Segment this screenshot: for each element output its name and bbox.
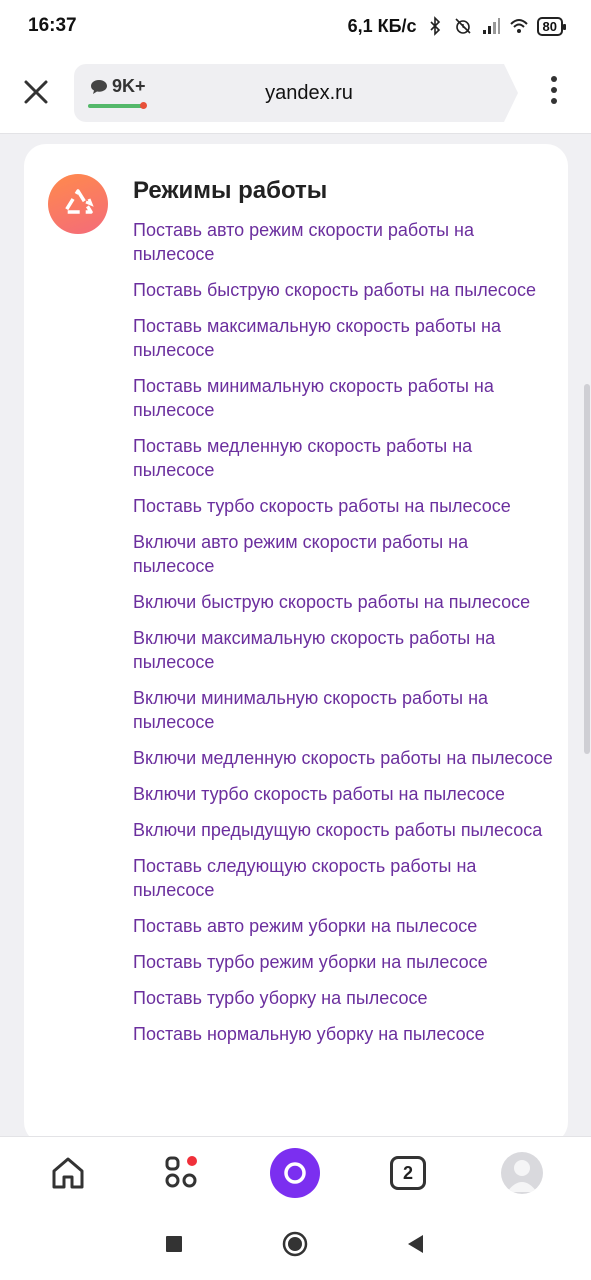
mode-cycle-glyph	[63, 189, 94, 214]
more-vertical-icon[interactable]	[540, 76, 568, 112]
alice-icon	[270, 1148, 320, 1198]
command-link[interactable]: Поставь нормальную уборку на пылесосе	[133, 1022, 553, 1046]
status-right: 6,1 КБ/с 80	[347, 15, 567, 37]
signal-icon	[482, 18, 500, 34]
alice-button[interactable]	[269, 1147, 321, 1199]
profile-avatar-icon[interactable]	[496, 1147, 548, 1199]
network-speed: 6,1 КБ/с	[347, 15, 417, 36]
command-link[interactable]: Включи медленную скорость работы на пыле…	[133, 746, 553, 770]
alarm-off-icon	[454, 18, 471, 34]
url-text[interactable]: yandex.ru	[74, 82, 504, 105]
recents-square-icon[interactable]	[160, 1230, 188, 1258]
command-link[interactable]: Включи предыдущую скорость работы пылесо…	[133, 818, 553, 842]
system-nav	[0, 1208, 591, 1280]
wifi-icon	[509, 19, 528, 33]
back-triangle-icon[interactable]	[402, 1230, 430, 1258]
command-link[interactable]: Поставь быструю скорость работы на пылес…	[133, 278, 553, 302]
command-link[interactable]: Включи быструю скорость работы на пылесо…	[133, 590, 553, 614]
address-bar[interactable]: 9K+ yandex.ru	[74, 64, 504, 122]
browser-toolbar: 9K+ yandex.ru	[0, 52, 591, 134]
status-bar: 16:37 6,1 КБ/с 80	[0, 0, 591, 52]
tabs-icon[interactable]: 2	[382, 1147, 434, 1199]
command-link[interactable]: Поставь турбо скорость работы на пылесос…	[133, 494, 553, 518]
command-link[interactable]: Поставь авто режим уборки на пылесосе	[133, 914, 553, 938]
command-link[interactable]: Включи максимальную скорость работы на п…	[133, 626, 553, 674]
close-icon[interactable]	[18, 74, 54, 110]
command-link[interactable]: Включи авто режим скорости работы на пыл…	[133, 530, 553, 578]
services-grid-icon[interactable]	[156, 1147, 208, 1199]
avatar	[501, 1152, 543, 1194]
battery-icon: 80	[536, 16, 567, 36]
command-link[interactable]: Поставь турбо режим уборки на пылесосе	[133, 950, 553, 974]
home-icon[interactable]	[42, 1147, 94, 1199]
command-link[interactable]: Поставь авто режим скорости работы на пы…	[133, 218, 553, 266]
command-link[interactable]: Поставь следующую скорость работы на пыл…	[133, 854, 553, 902]
address-bar-arrow	[504, 64, 518, 122]
tabs-count: 2	[390, 1156, 426, 1190]
command-link[interactable]: Включи турбо скорость работы на пылесосе	[133, 782, 553, 806]
bottom-nav: 2	[0, 1136, 591, 1208]
status-time: 16:37	[28, 15, 77, 36]
mode-cycle-icon	[48, 174, 108, 234]
command-link[interactable]: Поставь минимальную скорость работы на п…	[133, 374, 553, 422]
command-link[interactable]: Поставь медленную скорость работы на пыл…	[133, 434, 553, 482]
home-circle-icon[interactable]	[281, 1230, 309, 1258]
command-link[interactable]: Включи минимальную скорость работы на пы…	[133, 686, 553, 734]
command-list: Поставь авто режим скорости работы на пы…	[133, 218, 553, 1058]
card-title: Режимы работы	[133, 177, 328, 204]
page-scrollbar[interactable]	[584, 384, 590, 754]
bluetooth-icon	[429, 16, 440, 36]
command-link[interactable]: Поставь максимальную скорость работы на …	[133, 314, 553, 362]
skill-card: Режимы работы Поставь авто режим скорост…	[24, 144, 568, 1144]
command-link[interactable]: Поставь турбо уборку на пылесосе	[133, 986, 553, 1010]
